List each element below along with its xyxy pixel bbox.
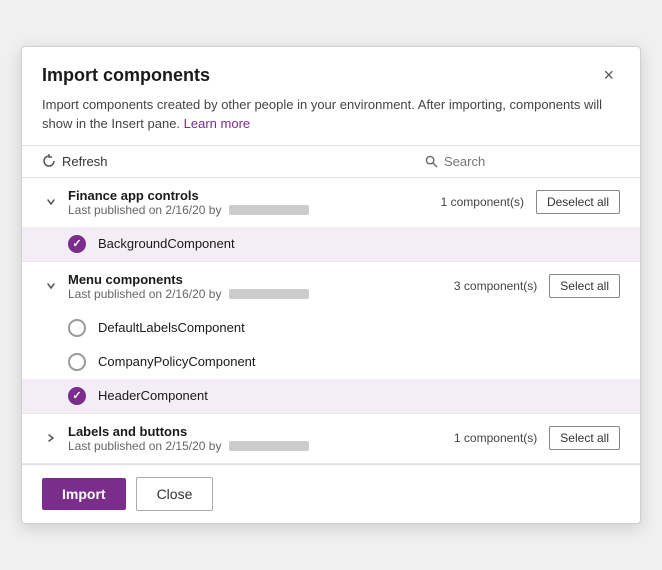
deselect-all-finance-button[interactable]: Deselect all (536, 190, 620, 214)
select-all-labels-button[interactable]: Select all (549, 426, 620, 450)
section-info-finance: Finance app controls Last published on 2… (68, 188, 433, 217)
content-area: Finance app controls Last published on 2… (22, 178, 640, 464)
section-actions-menu: 3 component(s) Select all (454, 274, 620, 298)
checkbox-defaultlabels[interactable] (68, 319, 86, 337)
author-blur-finance (229, 205, 309, 215)
section-info-labels: Labels and buttons Last published on 2/1… (68, 424, 446, 453)
checkbox-background[interactable]: ✓ (68, 235, 86, 253)
refresh-icon (42, 154, 56, 168)
dialog-title: Import components (42, 65, 210, 86)
section-info-menu: Menu components Last published on 2/16/2… (68, 272, 446, 301)
select-all-menu-button[interactable]: Select all (549, 274, 620, 298)
dialog-description: Import components created by other peopl… (22, 96, 640, 144)
search-input[interactable] (444, 154, 620, 169)
refresh-button[interactable]: Refresh (42, 154, 108, 169)
chevron-menu[interactable] (42, 277, 60, 295)
chevron-finance[interactable] (42, 193, 60, 211)
dialog-header: Import components × (22, 47, 640, 96)
search-icon (425, 155, 438, 168)
toolbar: Refresh (22, 145, 640, 178)
checkbox-header[interactable]: ✓ (68, 387, 86, 405)
section-menu: Menu components Last published on 2/16/2… (22, 262, 640, 414)
component-row-companypolicy: CompanyPolicyComponent (22, 345, 640, 379)
section-actions-labels: 1 component(s) Select all (454, 426, 620, 450)
close-footer-button[interactable]: Close (136, 477, 214, 511)
learn-more-link[interactable]: Learn more (184, 116, 250, 131)
import-components-dialog: Import components × Import components cr… (21, 46, 641, 523)
section-header-menu: Menu components Last published on 2/16/2… (22, 262, 640, 311)
author-blur-menu (229, 289, 309, 299)
search-box (425, 154, 620, 169)
import-button[interactable]: Import (42, 478, 126, 510)
component-row-defaultlabels: DefaultLabelsComponent (22, 311, 640, 345)
close-icon[interactable]: × (597, 63, 620, 88)
section-header-labels: Labels and buttons Last published on 2/1… (22, 414, 640, 463)
component-row-background: ✓ BackgroundComponent (22, 227, 640, 261)
section-labels: Labels and buttons Last published on 2/1… (22, 414, 640, 464)
section-header-finance: Finance app controls Last published on 2… (22, 178, 640, 227)
section-actions-finance: 1 component(s) Deselect all (441, 190, 620, 214)
section-finance: Finance app controls Last published on 2… (22, 178, 640, 262)
component-row-header: ✓ HeaderComponent (22, 379, 640, 413)
chevron-labels[interactable] (42, 429, 60, 447)
dialog-footer: Import Close (22, 464, 640, 523)
checkbox-companypolicy[interactable] (68, 353, 86, 371)
author-blur-labels (229, 441, 309, 451)
